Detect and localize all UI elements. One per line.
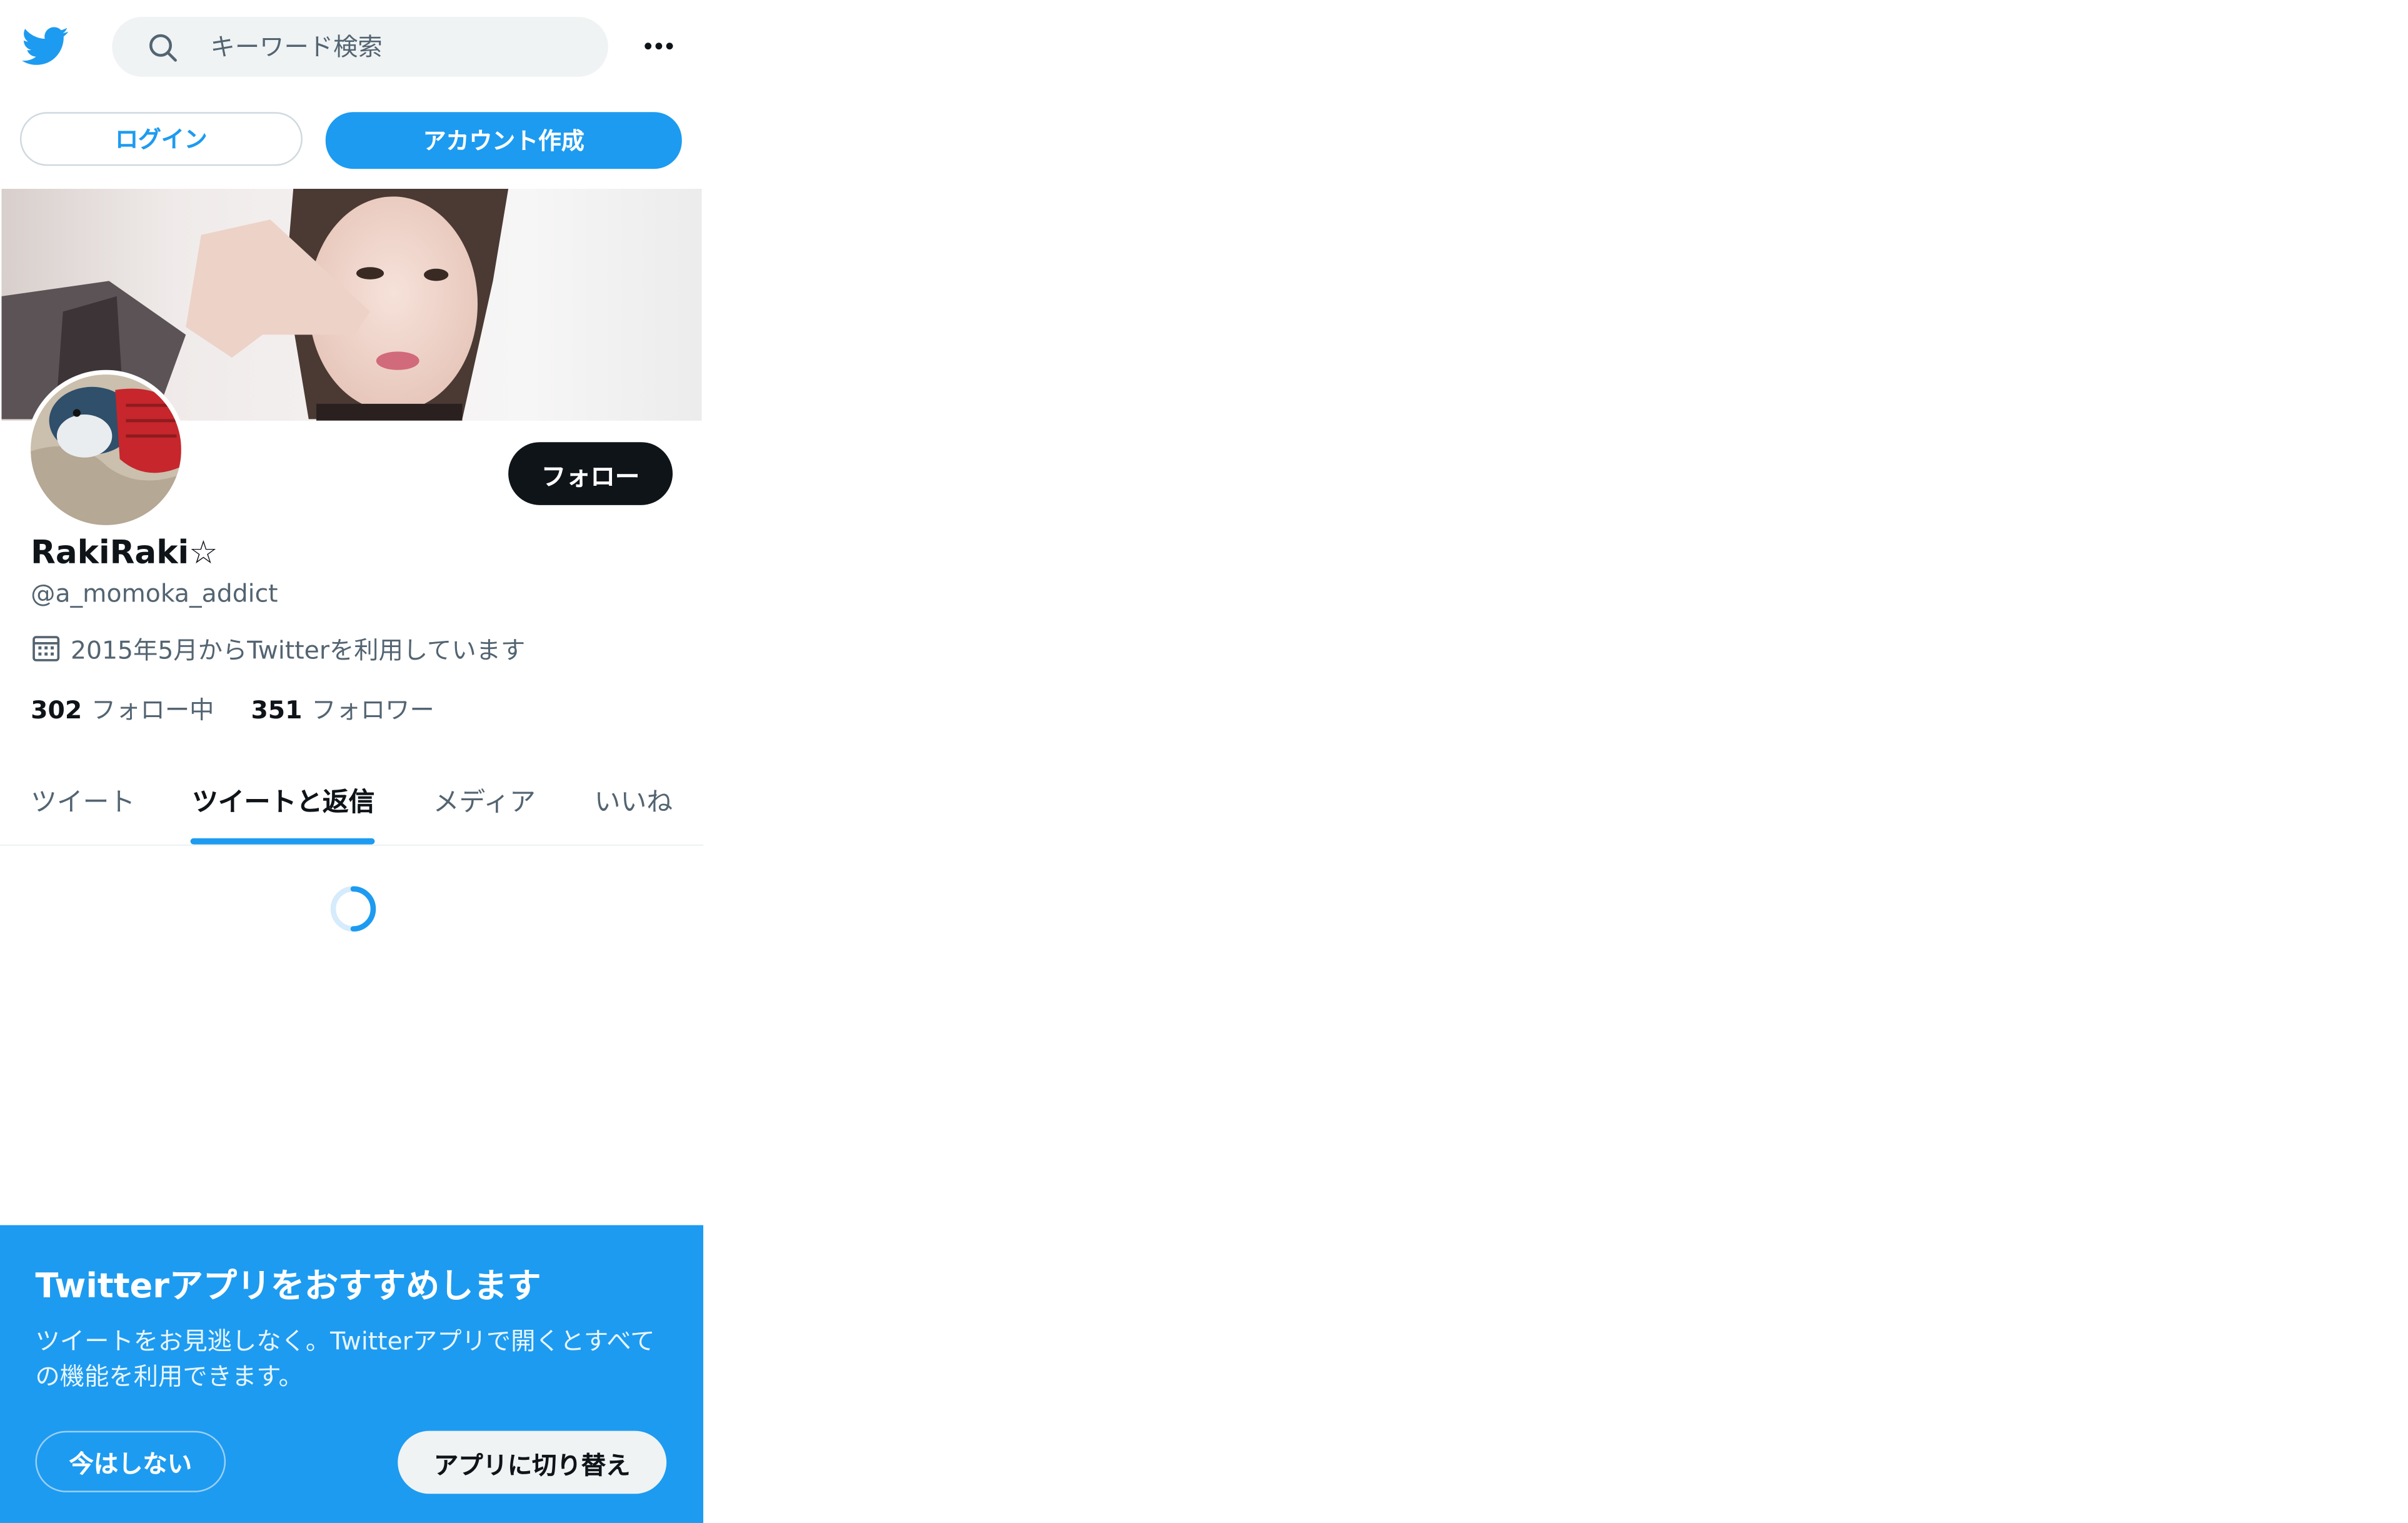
following-count: 302 (31, 695, 83, 725)
follow-stats: 302 フォロー中 351 フォロワー (31, 690, 471, 726)
page: キーワード検索 ログイン アカウント作成 フォロー RakiRaki☆ @a_m… (0, 0, 2408, 1523)
follow-button[interactable]: フォロー (508, 442, 673, 505)
join-date-text: 2015年5月からTwitterを利用しています (71, 635, 526, 665)
following-label: フォロー中 (91, 695, 214, 725)
tab-tweets-and-replies[interactable]: ツイートと返信 (192, 780, 374, 818)
loading-spinner-icon (327, 883, 379, 935)
twitter-logo-icon[interactable] (20, 21, 69, 71)
followers-link[interactable]: 351 フォロワー (251, 690, 434, 726)
tab-likes[interactable]: いいね (594, 780, 673, 818)
login-button[interactable]: ログイン (19, 112, 303, 166)
display-name: RakiRaki☆ (31, 534, 218, 571)
search-placeholder[interactable]: キーワード検索 (211, 31, 383, 64)
profile-tabs: ツイート ツイートと返信 メディア いいね (0, 752, 704, 847)
promo-title: Twitterアプリをおすすめします (35, 1268, 541, 1307)
active-tab-indicator (190, 838, 375, 845)
followers-count: 351 (251, 695, 303, 725)
followers-label: フォロワー (311, 695, 434, 725)
tab-tweets[interactable]: ツイート (31, 780, 135, 818)
search-icon (146, 31, 179, 64)
more-horizontal-icon[interactable] (636, 28, 682, 64)
signup-button[interactable]: アカウント作成 (325, 112, 682, 169)
switch-to-app-button[interactable]: アプリに切り替え (398, 1430, 667, 1494)
calendar-icon (31, 633, 61, 663)
user-handle: @a_momoka_addict (31, 578, 278, 608)
search-box[interactable]: キーワード検索 (112, 17, 608, 77)
app-promo-banner: Twitterアプリをおすすめします ツイートをお見逃しなく。Twitterアプ… (0, 1225, 704, 1523)
profile-avatar[interactable] (26, 369, 186, 530)
tab-media[interactable]: メディア (433, 780, 536, 818)
promo-body: ツイートをお見逃しなく。Twitterアプリで開くとすべての機能を利用できます。 (35, 1326, 655, 1391)
following-link[interactable]: 302 フォロー中 (31, 690, 214, 726)
join-date: 2015年5月からTwitterを利用しています (31, 631, 525, 665)
not-now-button[interactable]: 今はしない (35, 1430, 226, 1492)
main-column: キーワード検索 ログイン アカウント作成 フォロー RakiRaki☆ @a_m… (0, 0, 704, 1523)
